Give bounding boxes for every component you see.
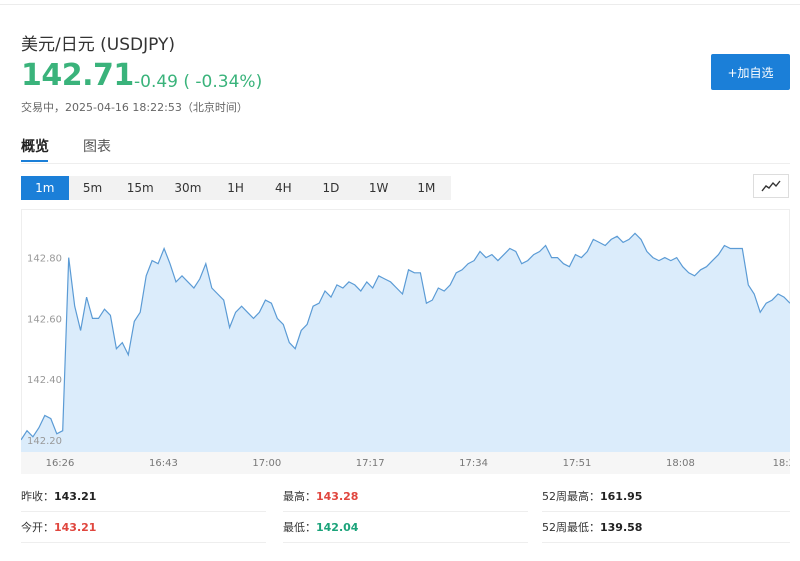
stat-52w-low-label: 52周最低： xyxy=(542,521,600,534)
x-tick-label: 17:34 xyxy=(459,458,488,469)
stat-open: 今开：143.21 xyxy=(21,519,96,535)
active-tab-indicator xyxy=(21,160,48,162)
x-tick-label: 17:00 xyxy=(252,458,281,469)
stat-low-value: 142.04 xyxy=(316,521,359,534)
tab-overview[interactable]: 概览 xyxy=(21,136,49,156)
x-tick-label: 16:43 xyxy=(149,458,178,469)
stat-52w-high-label: 52周最高： xyxy=(542,490,600,503)
stat-divider xyxy=(283,511,528,512)
y-tick-label: 142.40 xyxy=(27,375,62,386)
tabs-divider xyxy=(21,163,790,164)
range-1mo[interactable]: 1M xyxy=(403,176,451,200)
range-1d[interactable]: 1D xyxy=(307,176,355,200)
stat-low: 最低：142.04 xyxy=(283,519,358,535)
range-4h[interactable]: 4H xyxy=(259,176,307,200)
add-watchlist-button[interactable]: +加自选 xyxy=(711,54,790,90)
x-tick-label: 18:2 xyxy=(773,458,790,469)
y-tick-label: 142.80 xyxy=(27,254,62,265)
time-range-selector: 1m 5m 15m 30m 1H 4H 1D 1W 1M xyxy=(21,176,451,200)
stat-open-label: 今开： xyxy=(21,521,54,534)
stat-high-value: 143.28 xyxy=(316,490,359,503)
price-chart[interactable]: 142.20 142.40 142.60 142.80 16:26 16:43 17:00 1… xyxy=(21,209,790,474)
stat-divider xyxy=(542,542,790,543)
range-30m[interactable]: 30m xyxy=(164,176,212,200)
y-tick-label: 142.20 xyxy=(27,436,62,447)
price-chart-svg: 142.20 142.40 142.60 142.80 16:26 16:43 17:00 1… xyxy=(21,209,790,474)
stat-divider xyxy=(283,542,528,543)
range-1h[interactable]: 1H xyxy=(212,176,260,200)
x-tick-label: 17:17 xyxy=(356,458,385,469)
line-chart-icon xyxy=(761,180,781,192)
range-5m[interactable]: 5m xyxy=(69,176,117,200)
stat-high: 最高：143.28 xyxy=(283,488,358,504)
stat-52w-low: 52周最低：139.58 xyxy=(542,519,642,535)
instrument-title: 美元/日元 (USDJPY) xyxy=(21,35,175,55)
top-divider xyxy=(0,4,800,5)
stat-divider xyxy=(542,511,790,512)
stat-divider xyxy=(21,511,266,512)
price-change: -0.49 ( -0.34%) xyxy=(134,72,263,92)
stat-divider xyxy=(21,542,266,543)
trading-status: 交易中，2025-04-16 18:22:53（北京时间） xyxy=(21,101,248,114)
stat-prev-close: 昨收：143.21 xyxy=(21,488,96,504)
chart-type-button[interactable] xyxy=(753,174,789,198)
x-tick-label: 17:51 xyxy=(563,458,592,469)
stat-low-label: 最低： xyxy=(283,521,316,534)
y-tick-label: 142.60 xyxy=(27,314,62,325)
range-15m[interactable]: 15m xyxy=(116,176,164,200)
current-price: 142.71 xyxy=(21,58,134,93)
x-tick-label: 16:26 xyxy=(46,458,75,469)
x-tick-label: 18:08 xyxy=(666,458,695,469)
range-1m[interactable]: 1m xyxy=(21,176,69,200)
stat-open-value: 143.21 xyxy=(54,521,97,534)
stat-52w-high: 52周最高：161.95 xyxy=(542,488,642,504)
tab-chart[interactable]: 图表 xyxy=(83,136,111,156)
range-1w[interactable]: 1W xyxy=(355,176,403,200)
stat-prev-close-label: 昨收： xyxy=(21,490,54,503)
stat-52w-low-value: 139.58 xyxy=(600,521,643,534)
stat-prev-close-value: 143.21 xyxy=(54,490,97,503)
stat-high-label: 最高： xyxy=(283,490,316,503)
stat-52w-high-value: 161.95 xyxy=(600,490,643,503)
